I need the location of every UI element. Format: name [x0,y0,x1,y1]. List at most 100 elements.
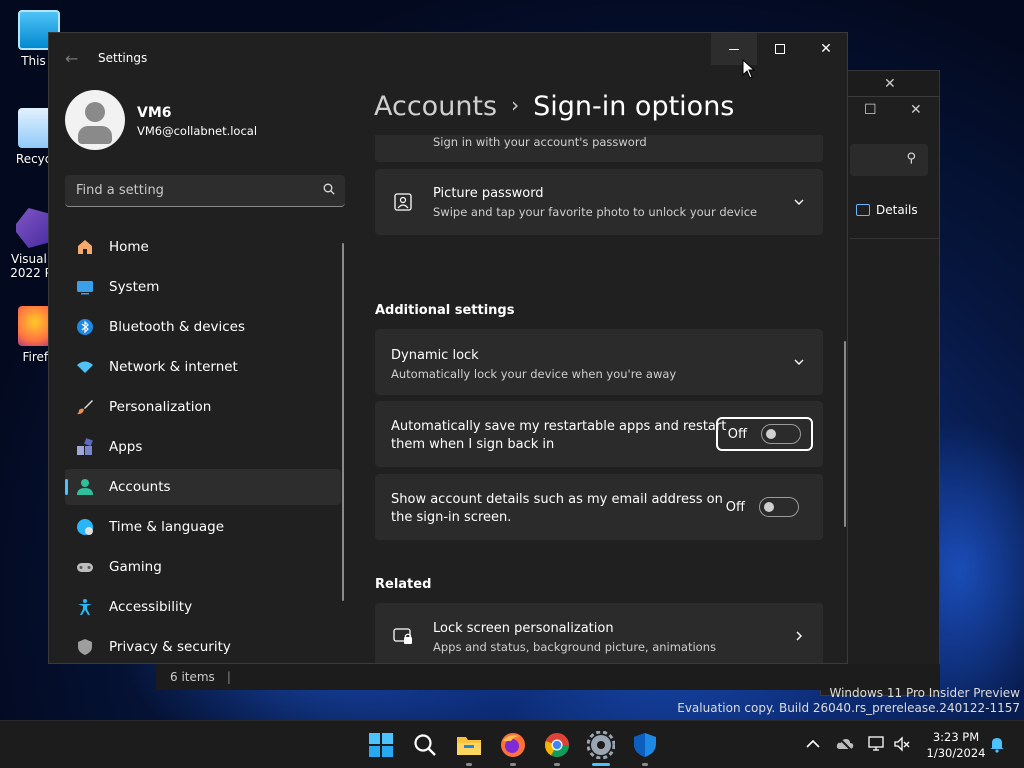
search-icon: ⚲ [906,151,916,166]
sidebar-item-label: Privacy & security [109,639,231,655]
minimize-icon [729,48,739,50]
search-box[interactable] [65,175,345,207]
avatar[interactable] [65,90,125,150]
notification-bell-icon[interactable] [988,735,1006,753]
breadcrumb: Accounts › Sign-in options [374,91,734,122]
system-clock[interactable]: 3:23 PM 1/30/2024 [916,729,996,761]
card-title: Dynamic lock [391,348,479,363]
chevron-down-icon[interactable] [793,196,805,208]
sidebar-item-label: Apps [109,439,143,455]
account-details-toggle-group[interactable]: Off [716,490,809,524]
search-icon [323,183,335,195]
home-icon [78,240,92,254]
toggle-knob [764,502,774,512]
card-description: Automatically lock your device when you'… [391,367,677,381]
chevron-right-icon[interactable] [793,630,805,642]
sidebar-item-bluetooth[interactable]: Bluetooth & devices [65,309,341,345]
search-input[interactable] [65,175,315,205]
restart-apps-toggle-group[interactable]: Off [715,417,813,451]
app-title: Settings [98,51,148,65]
content-pane: Sign in with your account's password Pic… [375,135,825,663]
sidebar-item-network[interactable]: Network & internet [65,349,341,385]
card-title-line: Automatically save my restartable apps a… [391,419,727,434]
maximize-icon [775,44,785,54]
explorer-search-box[interactable]: ⚲ [850,144,928,176]
taskbar-active-indicator [592,763,610,766]
taskbar-running-indicator [466,763,472,766]
watermark-line: Evaluation copy. Build 26040.rs_prerelea… [677,701,1020,715]
avatar-body [78,126,112,144]
page-title: Sign-in options [533,91,735,122]
taskbar-running-indicator [554,763,560,766]
firefox-icon[interactable] [499,731,527,759]
maximize-icon[interactable]: ☐ [864,102,877,118]
watermark-line: Windows 11 Pro Insider Preview [829,686,1020,700]
volume-muted-icon[interactable] [893,735,911,753]
clock-time: 3:23 PM [932,730,980,744]
restart-apps-card[interactable]: Automatically save my restartable apps a… [375,401,823,467]
sidebar-item-label: System [109,279,160,295]
back-arrow-icon[interactable]: ← [65,49,78,68]
start-icon[interactable] [367,731,395,759]
maximize-button[interactable] [757,33,803,65]
divider [850,238,940,239]
card-title: Picture password [433,186,544,201]
card-title-line: Show account details such as my email ad… [391,492,723,507]
accessibility-icon [78,599,92,615]
search-icon[interactable] [411,731,439,759]
restart-apps-toggle[interactable] [761,424,801,444]
bluetooth-icon [77,319,93,335]
picture-password-card[interactable]: Picture password Swipe and tap your favo… [375,169,823,235]
chevron-up-icon[interactable] [804,735,822,753]
chrome-icon[interactable] [543,731,571,759]
sidebar-item-label: Accounts [109,479,171,495]
sidebar-item-accounts[interactable]: Accounts [65,469,341,505]
password-card[interactable]: Sign in with your account's password [375,135,823,162]
chevron-down-icon[interactable] [793,356,805,368]
account-details-toggle[interactable] [759,497,799,517]
close-icon[interactable]: ✕ [884,76,896,92]
sidebar-item-accessibility[interactable]: Accessibility [65,589,341,625]
taskbar-running-indicator [510,763,516,766]
sidebar-item-label: Bluetooth & devices [109,319,246,335]
breadcrumb-parent[interactable]: Accounts [374,91,497,122]
card-description: Sign in with your account's password [433,135,647,149]
clock-date: 1/30/2024 [926,746,986,760]
details-pane-icon [856,204,870,216]
sidebar-item-apps[interactable]: Apps [65,429,341,465]
card-description: Swipe and tap your favorite photo to unl… [433,205,758,219]
file-explorer-icon[interactable] [455,731,483,759]
sidebar-item-personalization[interactable]: Personalization [65,389,341,425]
content-scrollbar[interactable] [844,341,846,527]
status-separator: | [226,670,231,684]
details-button[interactable]: Details [856,203,918,217]
dynamic-lock-card[interactable]: Dynamic lock Automatically lock your dev… [375,329,823,395]
sidebar-item-gaming[interactable]: Gaming [65,549,341,585]
settings-icon[interactable] [587,731,615,759]
sidebar-item-home[interactable]: Home [65,229,341,265]
close-button[interactable]: ✕ [803,33,847,65]
section-title-additional-settings: Additional settings [375,303,515,318]
card-description: Apps and status, background picture, ani… [433,640,717,654]
picture-password-icon [394,193,412,211]
sidebar-item-label: Home [109,239,149,255]
defender-icon[interactable] [631,731,659,759]
lock-screen-card[interactable]: Lock screen personalization Apps and sta… [375,603,823,663]
cloud-offline-icon[interactable] [836,735,854,753]
avatar-head [85,102,105,122]
settings-window[interactable]: ← Settings ✕ VM6 VM6@collabnet.local Hom… [48,32,848,664]
sidebar-item-system[interactable]: System [65,269,341,305]
brush-icon [77,400,93,415]
taskbar-running-indicator [642,763,648,766]
close-icon[interactable]: ✕ [910,102,922,118]
account-details-card[interactable]: Show account details such as my email ad… [375,474,823,540]
title-bar[interactable]: ← Settings ✕ [49,33,847,83]
sidebar-item-time-language[interactable]: Time & language [65,509,341,545]
network-icon[interactable] [868,735,886,753]
sidebar-item-privacy-security[interactable]: Privacy & security [65,629,341,663]
sidebar-scrollbar[interactable] [342,243,344,601]
taskbar: 3:23 PM 1/30/2024 [0,720,1024,768]
accounts-icon [77,479,93,495]
controller-icon [77,563,93,572]
sidebar-nav: Home System Bluetooth & devices Network … [65,229,341,663]
